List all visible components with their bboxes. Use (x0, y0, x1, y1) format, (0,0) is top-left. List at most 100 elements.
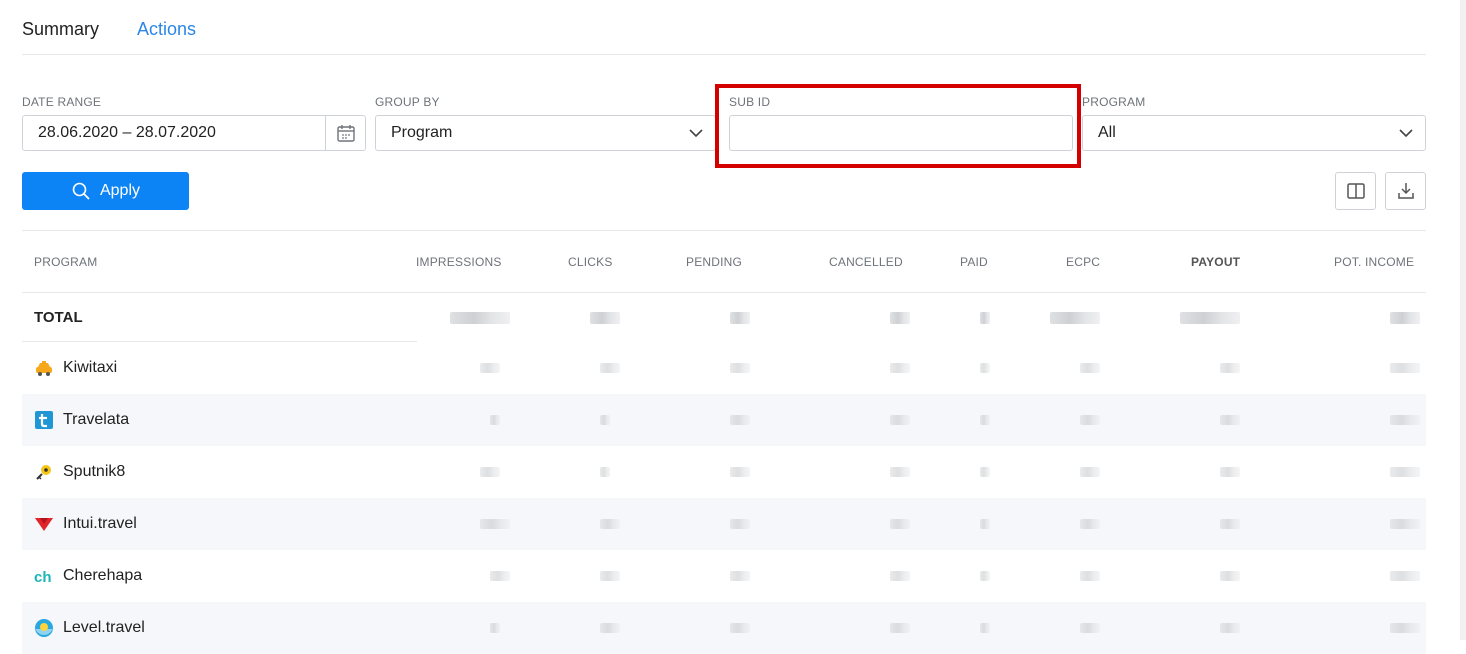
sputnik-logo-icon (34, 462, 54, 482)
redacted-value (1220, 363, 1240, 373)
redacted-value (480, 363, 500, 373)
redacted-value (730, 311, 750, 324)
col-cancelled[interactable]: CANCELLED (829, 255, 903, 269)
search-icon (72, 182, 90, 200)
col-clicks[interactable]: CLICKS (568, 255, 613, 269)
col-program[interactable]: PROGRAM (34, 255, 97, 269)
redacted-value (890, 363, 910, 373)
download-button[interactable] (1385, 172, 1426, 210)
redacted-value (1390, 363, 1420, 373)
redacted-value (600, 467, 610, 477)
travelata-logo-icon (34, 410, 54, 430)
apply-label: Apply (99, 182, 141, 199)
sub-id-input[interactable] (730, 116, 1072, 150)
redacted-value (1390, 519, 1420, 529)
svg-text:ch: ch (34, 569, 52, 586)
program-name[interactable]: Kiwitaxi (63, 359, 117, 377)
tab-bar: Summary Actions (22, 0, 1426, 55)
program-name[interactable]: Cherehapa (63, 567, 142, 585)
redacted-value (730, 467, 750, 477)
table-row[interactable]: Intui.travel (22, 498, 1426, 550)
redacted-value (1390, 415, 1420, 425)
program-cell: Level.travel (34, 602, 145, 654)
redacted-value (1220, 623, 1240, 633)
group-by-value: Program (391, 124, 453, 141)
intui-logo-icon (34, 514, 54, 534)
redacted-value (1050, 311, 1100, 324)
program-field: PROGRAM All (1082, 93, 1426, 151)
redacted-value (890, 519, 910, 529)
redacted-value (730, 519, 750, 529)
redacted-value (1080, 623, 1100, 633)
chevron-down-icon (689, 129, 703, 138)
redacted-value (980, 623, 990, 633)
program-name[interactable]: Travelata (63, 411, 129, 429)
redacted-value (890, 467, 910, 477)
taxi-icon (34, 358, 54, 378)
table-row[interactable]: Travelata (22, 394, 1426, 446)
redacted-value (980, 519, 990, 529)
table-row[interactable]: Sputnik8 (22, 446, 1426, 498)
redacted-value (1080, 519, 1100, 529)
redacted-value (490, 623, 500, 633)
redacted-value (480, 467, 500, 477)
date-range-value: 28.06.2020 – 28.07.2020 (38, 124, 216, 141)
date-range-input[interactable]: 28.06.2020 – 28.07.2020 (22, 115, 366, 151)
redacted-value (600, 519, 620, 529)
table-row[interactable]: Kiwitaxi (22, 342, 1426, 394)
program-name[interactable]: Intui.travel (63, 515, 137, 533)
redacted-value (730, 571, 750, 581)
col-payout[interactable]: PAYOUT (1191, 255, 1240, 269)
columns-icon (1346, 183, 1365, 199)
program-cell: Sputnik8 (34, 446, 125, 498)
redacted-value (600, 623, 620, 633)
program-select[interactable]: All (1082, 115, 1426, 151)
redacted-value (600, 415, 610, 425)
redacted-value (490, 571, 510, 581)
program-cell: Intui.travel (34, 498, 137, 550)
scrollbar[interactable] (1460, 0, 1466, 640)
columns-button[interactable] (1335, 172, 1376, 210)
redacted-value (1220, 571, 1240, 581)
program-value: All (1098, 124, 1116, 141)
program-name[interactable]: Level.travel (63, 619, 145, 637)
group-by-label: GROUP BY (375, 95, 440, 109)
filters-panel: DATE RANGE 28.06.2020 – 28.07.2020 GROUP… (22, 93, 1426, 153)
stats-table: PROGRAM IMPRESSIONS CLICKS PENDING CANCE… (22, 230, 1426, 654)
sub-id-box (729, 115, 1073, 151)
redacted-value (980, 467, 990, 477)
col-ecpc[interactable]: ECPC (1066, 255, 1100, 269)
group-by-select[interactable]: Program (375, 115, 716, 151)
table-row[interactable]: ch Cherehapa (22, 550, 1426, 602)
redacted-value (600, 571, 620, 581)
redacted-value (890, 571, 910, 581)
redacted-value (1390, 467, 1420, 477)
redacted-value (980, 415, 990, 425)
program-cell: ch Cherehapa (34, 550, 142, 602)
program-name[interactable]: Sputnik8 (63, 463, 125, 481)
sub-id-label: SUB ID (729, 95, 771, 109)
redacted-value (1080, 467, 1100, 477)
col-pending[interactable]: PENDING (686, 255, 742, 269)
redacted-value (1080, 415, 1100, 425)
program-cell: Travelata (34, 394, 129, 446)
redacted-value (1390, 311, 1420, 324)
table-row[interactable]: Level.travel (22, 602, 1426, 654)
redacted-value (730, 363, 750, 373)
tab-summary[interactable]: Summary (22, 15, 99, 40)
col-pot-income[interactable]: POT. INCOME (1334, 255, 1414, 269)
col-paid[interactable]: PAID (960, 255, 988, 269)
redacted-value (890, 415, 910, 425)
redacted-value (450, 311, 510, 324)
col-impressions[interactable]: IMPRESSIONS (416, 255, 502, 269)
download-icon (1397, 183, 1414, 199)
table-header: PROGRAM IMPRESSIONS CLICKS PENDING CANCE… (22, 231, 1426, 293)
redacted-value (1080, 571, 1100, 581)
calendar-icon[interactable] (325, 116, 365, 150)
cherehapa-logo-icon: ch (34, 566, 54, 586)
apply-button[interactable]: Apply (22, 172, 189, 210)
redacted-value (890, 311, 910, 324)
redacted-value (730, 623, 750, 633)
tab-actions[interactable]: Actions (137, 15, 196, 40)
redacted-value (600, 363, 620, 373)
